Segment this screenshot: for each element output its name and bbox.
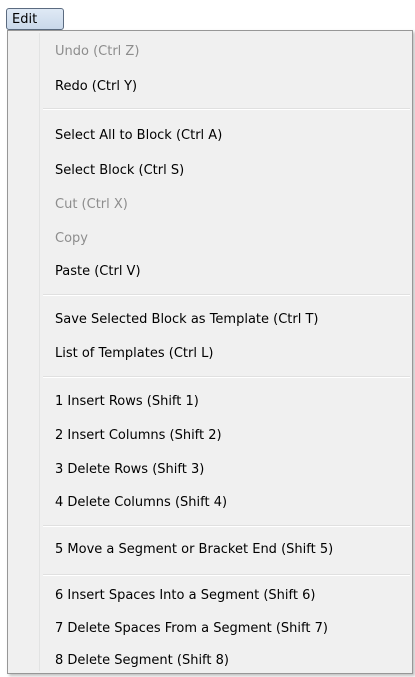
menu-separator <box>43 376 410 378</box>
menu-item-select-block[interactable]: Select Block (Ctrl S) <box>55 163 184 179</box>
menu-item-list-templates[interactable]: List of Templates (Ctrl L) <box>55 346 213 362</box>
menu-separator <box>43 525 410 527</box>
menu-item-undo[interactable]: Undo (Ctrl Z) <box>55 44 139 60</box>
menu-icon-gutter <box>8 31 38 673</box>
menu-item-delete-columns[interactable]: 4 Delete Columns (Shift 4) <box>55 495 227 511</box>
edit-dropdown-menu: Undo (Ctrl Z) Redo (Ctrl Y) Select All t… <box>7 30 413 674</box>
menu-item-insert-columns[interactable]: 2 Insert Columns (Shift 2) <box>55 428 222 444</box>
menu-separator <box>43 108 410 110</box>
menu-gutter-divider <box>39 33 40 671</box>
menu-item-move-segment[interactable]: 5 Move a Segment or Bracket End (Shift 5… <box>55 542 333 558</box>
menu-item-delete-spaces[interactable]: 7 Delete Spaces From a Segment (Shift 7) <box>55 621 328 637</box>
menu-separator <box>43 294 410 296</box>
menu-item-delete-segment[interactable]: 8 Delete Segment (Shift 8) <box>55 653 229 669</box>
menu-item-copy[interactable]: Copy <box>55 231 88 247</box>
menu-item-paste[interactable]: Paste (Ctrl V) <box>55 264 141 280</box>
menu-item-insert-rows[interactable]: 1 Insert Rows (Shift 1) <box>55 394 199 410</box>
menu-separator <box>43 574 410 576</box>
menu-item-select-all-to-block[interactable]: Select All to Block (Ctrl A) <box>55 128 222 144</box>
menu-item-redo[interactable]: Redo (Ctrl Y) <box>55 79 137 95</box>
menu-item-insert-spaces[interactable]: 6 Insert Spaces Into a Segment (Shift 6) <box>55 588 315 604</box>
menu-item-cut[interactable]: Cut (Ctrl X) <box>55 197 128 213</box>
edit-menu-label: Edit <box>12 11 38 27</box>
menu-item-save-template[interactable]: Save Selected Block as Template (Ctrl T) <box>55 312 319 328</box>
edit-menu-button[interactable]: Edit <box>6 8 64 30</box>
menu-item-delete-rows[interactable]: 3 Delete Rows (Shift 3) <box>55 462 204 478</box>
